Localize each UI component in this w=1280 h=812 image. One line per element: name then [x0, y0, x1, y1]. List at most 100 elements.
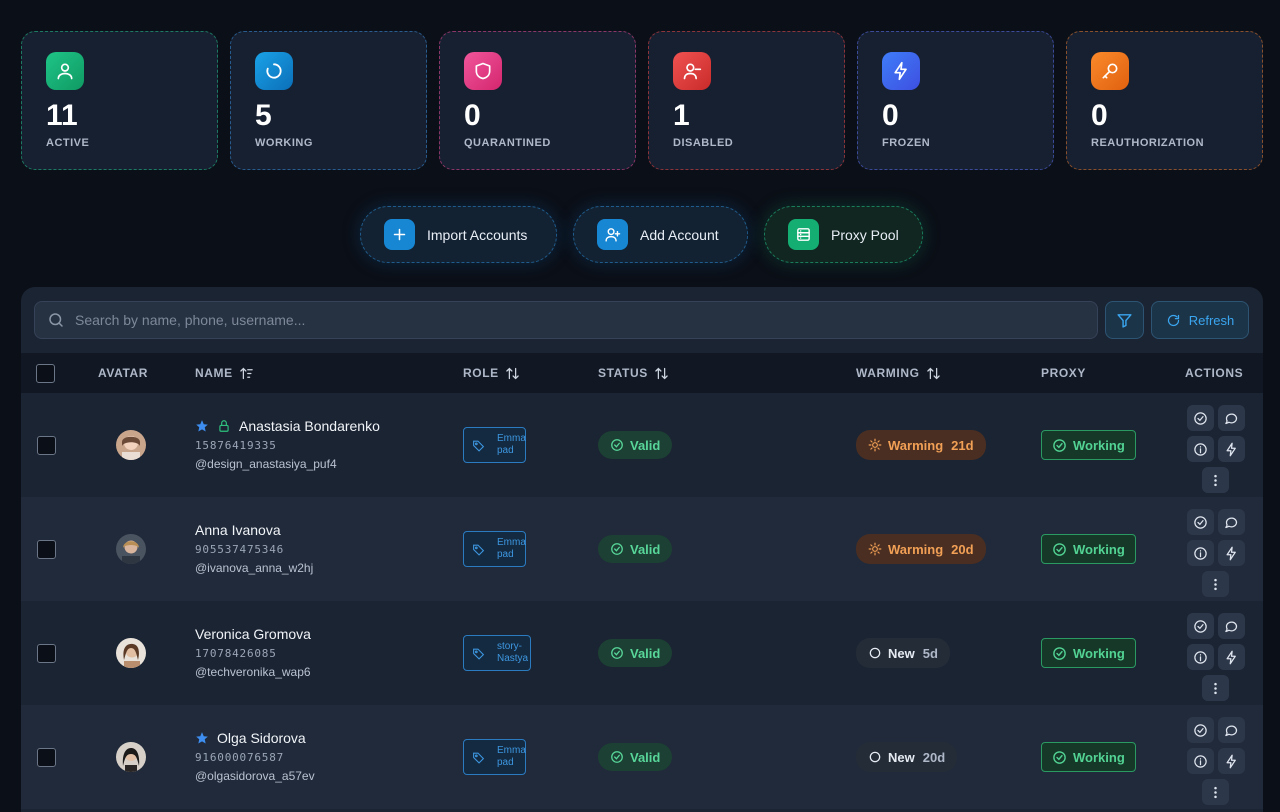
more-button[interactable]: [1202, 675, 1229, 701]
more-button[interactable]: [1202, 779, 1229, 805]
avatar: [116, 638, 146, 668]
verify-button[interactable]: [1187, 405, 1214, 431]
row-checkbox[interactable]: [37, 436, 56, 455]
warming-text: Warming: [888, 541, 944, 557]
account-phone: 905537475346: [195, 543, 285, 556]
account-name: Anna Ivanova: [195, 522, 281, 538]
chat-button[interactable]: [1218, 717, 1245, 743]
stat-card-working[interactable]: 5 WORKING: [230, 31, 427, 170]
table-row[interactable]: Anastasia Bondarenko 15876419335 @design…: [21, 393, 1263, 497]
accounts-panel: Refresh AVATAR NAME ROLE STATUS WARMING …: [21, 287, 1263, 812]
search-box[interactable]: [34, 301, 1098, 339]
add-account-button[interactable]: Add Account: [573, 206, 748, 263]
import-accounts-label: Import Accounts: [427, 226, 528, 243]
more-button[interactable]: [1202, 467, 1229, 493]
warming-days: 5d: [922, 645, 938, 661]
column-warming[interactable]: WARMING: [856, 353, 941, 393]
lightning-button[interactable]: [1218, 540, 1245, 566]
stat-value: 1: [673, 99, 690, 132]
refresh-button[interactable]: Refresh: [1151, 301, 1249, 339]
name-cell: Olga Sidorova 916000076587 @olgasidorova…: [195, 729, 315, 783]
account-name: Olga Sidorova: [217, 730, 306, 746]
proxy-pool-button[interactable]: Proxy Pool: [764, 206, 923, 263]
column-status-label: STATUS: [598, 366, 648, 380]
row-checkbox[interactable]: [37, 644, 56, 663]
lightning-icon: [882, 52, 920, 90]
table-row[interactable]: Veronica Gromova 17078426085 @techveroni…: [21, 601, 1263, 705]
filter-icon: [1117, 313, 1132, 328]
warming-text: Warming: [888, 437, 944, 453]
role-tag[interactable]: Emma pad: [463, 427, 526, 463]
lightning-button[interactable]: [1218, 436, 1245, 462]
proxy-text: Working: [1073, 645, 1125, 661]
chat-button[interactable]: [1218, 613, 1245, 639]
proxy-pool-label: Proxy Pool: [831, 226, 899, 243]
more-button[interactable]: [1202, 571, 1229, 597]
info-button[interactable]: [1187, 644, 1214, 670]
more-vertical-icon: [1214, 682, 1217, 694]
check-circle-icon: [1194, 515, 1207, 529]
plus-icon: [384, 219, 415, 250]
check-circle-icon: [1194, 619, 1207, 633]
warming-days: 20d: [951, 541, 974, 557]
chat-button[interactable]: [1218, 405, 1245, 431]
stat-value: 0: [882, 99, 899, 132]
lightning-button[interactable]: [1218, 644, 1245, 670]
row-checkbox[interactable]: [37, 748, 56, 767]
role-tag[interactable]: story- Nastya: [463, 635, 531, 671]
search-input[interactable]: [75, 312, 1075, 328]
import-accounts-button[interactable]: Import Accounts: [360, 206, 557, 263]
check-circle-icon: [1194, 411, 1207, 425]
chat-button[interactable]: [1218, 509, 1245, 535]
warming-badge: New 20d: [856, 742, 958, 772]
lightning-button[interactable]: [1218, 748, 1245, 774]
warming-days: 21d: [951, 437, 974, 453]
info-button[interactable]: [1187, 436, 1214, 462]
verify-button[interactable]: [1187, 717, 1214, 743]
sun-icon: [868, 542, 882, 556]
search-icon: [49, 313, 63, 327]
sort-icon: [926, 367, 940, 379]
column-status[interactable]: STATUS: [598, 353, 669, 393]
stat-card-active[interactable]: 11 ACTIVE: [21, 31, 218, 170]
warming-badge: New 5d: [856, 638, 950, 668]
info-button[interactable]: [1187, 540, 1214, 566]
table-row[interactable]: Olga Sidorova 916000076587 @olgasidorova…: [21, 705, 1263, 809]
role-line: Emma: [497, 433, 526, 444]
stat-value: 0: [1091, 99, 1108, 132]
user-minus-icon: [673, 52, 711, 90]
status-text: Valid: [630, 645, 661, 661]
account-name: Anastasia Bondarenko: [239, 418, 380, 434]
verify-button[interactable]: [1187, 509, 1214, 535]
verify-button[interactable]: [1187, 613, 1214, 639]
row-checkbox[interactable]: [37, 540, 56, 559]
account-username: @techveronika_wap6: [195, 665, 311, 679]
table-row[interactable]: Anna Ivanova 905537475346 @ivanova_anna_…: [21, 497, 1263, 601]
column-role[interactable]: ROLE: [463, 353, 520, 393]
name-cell: Anna Ivanova 905537475346 @ivanova_anna_…: [195, 521, 313, 575]
stat-card-frozen[interactable]: 0 FROZEN: [857, 31, 1054, 170]
avatar: [116, 742, 146, 772]
filter-button[interactable]: [1105, 301, 1144, 339]
role-tag[interactable]: Emma pad: [463, 531, 526, 567]
stat-label: QUARANTINED: [464, 137, 551, 149]
add-account-label: Add Account: [640, 226, 719, 243]
column-name-label: NAME: [195, 366, 233, 380]
chat-icon: [1225, 517, 1238, 528]
select-all-checkbox[interactable]: [36, 363, 55, 383]
stat-label: DISABLED: [673, 137, 734, 149]
role-line: pad: [497, 445, 514, 456]
select-all-cell: [36, 353, 55, 393]
stat-card-quarantined[interactable]: 0 QUARANTINED: [439, 31, 636, 170]
role-tag[interactable]: Emma pad: [463, 739, 526, 775]
stat-value: 5: [255, 99, 272, 132]
stat-card-reauthorization[interactable]: 0 REAUTHORIZATION: [1066, 31, 1263, 170]
column-name[interactable]: NAME: [195, 353, 254, 393]
more-vertical-icon: [1214, 786, 1217, 798]
info-button[interactable]: [1187, 748, 1214, 774]
role-line: Emma: [497, 745, 526, 756]
account-phone: 916000076587: [195, 751, 285, 764]
check-circle-icon: [1053, 438, 1066, 452]
role-line: pad: [497, 549, 514, 560]
stat-card-disabled[interactable]: 1 DISABLED: [648, 31, 845, 170]
